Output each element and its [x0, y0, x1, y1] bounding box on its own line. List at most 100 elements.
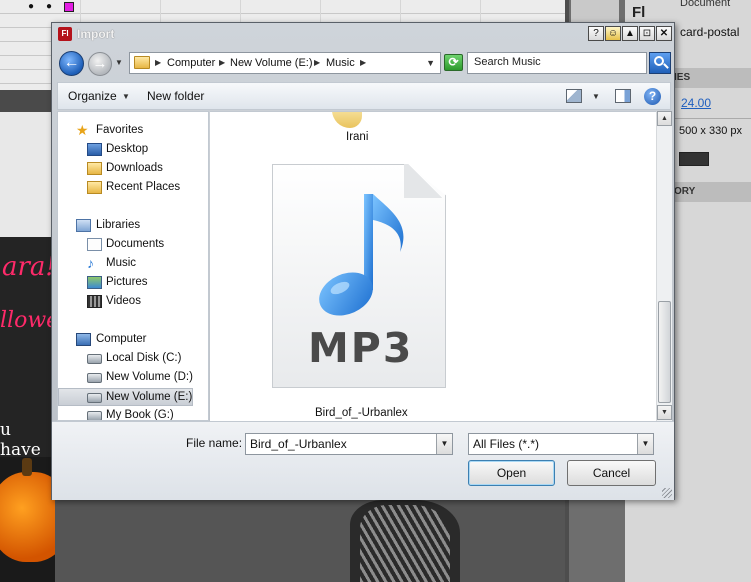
- help-icon[interactable]: ?: [644, 88, 661, 105]
- star-icon: ★: [76, 122, 89, 138]
- resize-grip[interactable]: [662, 488, 672, 498]
- scroll-up-arrow[interactable]: ▲: [657, 111, 672, 126]
- nav-item-label: My Book (G:): [106, 409, 174, 421]
- nav-item-downloads[interactable]: Downloads: [58, 160, 193, 178]
- file-name-irani[interactable]: Irani: [346, 131, 368, 143]
- history-section-header[interactable]: ORY: [672, 182, 751, 202]
- dialog-title: Import: [77, 27, 115, 41]
- lock-dot[interactable]: ●: [46, 1, 52, 12]
- refresh-icon: ⟳: [448, 55, 459, 69]
- file-name-label: File name:: [186, 436, 243, 450]
- fps-value[interactable]: 24.00: [681, 96, 711, 110]
- file-name-input[interactable]: Bird_of_-Urbanlex ▼: [245, 433, 453, 455]
- nav-header-label: Libraries: [96, 219, 141, 231]
- card-text: llowee: [0, 308, 55, 333]
- hard-drive-icon: [87, 373, 102, 383]
- forward-button[interactable]: →: [88, 52, 112, 76]
- nav-item-label: Local Disk (C:): [106, 352, 182, 364]
- breadcrumb[interactable]: ▶ Computer ▶ New Volume (E:) ▶ Music ▶ ▼: [129, 52, 441, 74]
- maximize-button[interactable]: ⊡: [639, 26, 655, 41]
- nav-header-computer[interactable]: Computer: [58, 331, 193, 349]
- chevron-down-icon[interactable]: ▼: [436, 434, 452, 454]
- title-bar[interactable]: Fl Import ? ☺ ▲ ⊡ ✕: [52, 23, 674, 45]
- nav-item-label: New Volume (E:): [106, 391, 193, 403]
- chevron-down-icon[interactable]: ▼: [426, 58, 435, 68]
- file-name-value: Bird_of_-Urbanlex: [250, 437, 347, 451]
- recent-pages-dropdown[interactable]: ▼: [115, 58, 123, 67]
- minimize-button[interactable]: ▲: [622, 26, 638, 41]
- card-text: u have: [0, 420, 41, 460]
- chevron-right-icon[interactable]: ▶: [155, 58, 161, 67]
- scroll-thumb[interactable]: [658, 301, 671, 403]
- breadcrumb-computer[interactable]: Computer: [167, 57, 215, 69]
- card-text: ara!: [2, 252, 55, 282]
- film-icon: [87, 295, 102, 308]
- nav-header-libraries[interactable]: Libraries: [58, 217, 193, 235]
- nav-item-videos[interactable]: Videos: [58, 293, 193, 311]
- close-button[interactable]: ✕: [656, 26, 672, 41]
- card-artwork: ara! llowee u have: [0, 112, 55, 582]
- document-label: Document: [680, 0, 731, 9]
- file-type-value: All Files (*.*): [473, 437, 540, 451]
- back-button[interactable]: ←: [59, 51, 84, 76]
- organize-button[interactable]: Organize: [68, 89, 117, 103]
- scroll-down-arrow[interactable]: ▼: [657, 405, 672, 420]
- hard-drive-icon: [87, 411, 102, 420]
- chevron-right-icon[interactable]: ▶: [360, 58, 366, 67]
- file-type-select[interactable]: All Files (*.*) ▼: [468, 433, 654, 455]
- nav-item-new-volume-d[interactable]: New Volume (D:): [58, 369, 193, 387]
- nav-item-label: Videos: [106, 295, 141, 307]
- nav-item-pictures[interactable]: Pictures: [58, 274, 193, 292]
- documents-icon: [87, 238, 102, 251]
- nav-item-label: New Volume (D:): [106, 371, 193, 383]
- breadcrumb-music[interactable]: Music: [326, 57, 355, 69]
- view-options-dropdown[interactable]: ▼: [592, 92, 600, 101]
- chevron-down-icon[interactable]: ▼: [122, 92, 130, 101]
- nav-item-desktop[interactable]: Desktop: [58, 141, 193, 159]
- computer-icon: [76, 333, 91, 346]
- properties-section-header[interactable]: IES: [672, 68, 751, 88]
- file-list-scrollbar[interactable]: ▲ ▼: [656, 111, 672, 421]
- help-title-button[interactable]: ?: [588, 26, 604, 41]
- layer-color-swatch[interactable]: [64, 2, 74, 12]
- music-note-icon: [319, 194, 404, 316]
- refresh-button[interactable]: ⟳: [444, 54, 463, 71]
- smiley-title-button[interactable]: ☺: [605, 26, 621, 41]
- search-input[interactable]: Search Music: [467, 52, 647, 74]
- nav-item-my-book-g[interactable]: My Book (G:): [58, 407, 193, 421]
- downloads-icon: [87, 162, 102, 175]
- search-button[interactable]: [649, 52, 671, 74]
- preview-pane-icon[interactable]: [615, 89, 631, 103]
- navigation-pane: ★ Favorites Desktop Downloads Recent Pla…: [57, 111, 209, 421]
- flash-app-icon: Fl: [58, 27, 72, 41]
- document-name: card-postal: [680, 25, 740, 39]
- search-icon-handle: [663, 63, 669, 69]
- nav-item-music[interactable]: ♪ Music: [58, 255, 193, 273]
- nav-item-recent-places[interactable]: Recent Places: [58, 179, 193, 197]
- folder-icon[interactable]: [332, 112, 362, 128]
- nav-item-local-disk-c[interactable]: Local Disk (C:): [58, 350, 193, 368]
- file-item-bird-of-urbanlex[interactable]: MP3: [272, 164, 446, 388]
- stage-color-swatch[interactable]: [679, 152, 709, 166]
- panel-separator: [672, 118, 751, 119]
- nav-item-documents[interactable]: Documents: [58, 236, 193, 254]
- nav-item-label: Recent Places: [106, 181, 181, 193]
- hard-drive-icon: [87, 393, 102, 403]
- breadcrumb-new-volume-e[interactable]: New Volume (E:): [230, 57, 313, 69]
- nav-header-label: Favorites: [96, 124, 144, 136]
- file-name-bird-of-urbanlex[interactable]: Bird_of_-Urbanlex: [315, 407, 408, 419]
- change-view-icon[interactable]: [566, 89, 582, 103]
- chevron-right-icon[interactable]: ▶: [314, 58, 320, 67]
- chevron-down-icon[interactable]: ▼: [637, 434, 653, 454]
- nav-header-favorites[interactable]: ★ Favorites: [58, 122, 193, 140]
- hard-drive-icon: [87, 354, 102, 364]
- flash-document-icon: Fl: [632, 4, 646, 21]
- new-folder-button[interactable]: New folder: [147, 89, 204, 103]
- cancel-button[interactable]: Cancel: [567, 460, 656, 486]
- address-bar: ← → ▼ ▶ Computer ▶ New Volume (E:) ▶ Mus…: [57, 49, 671, 77]
- chevron-right-icon[interactable]: ▶: [219, 58, 225, 67]
- pictures-icon: [87, 276, 102, 289]
- open-button[interactable]: Open: [468, 460, 555, 486]
- nav-item-new-volume-e[interactable]: New Volume (E:): [58, 388, 193, 406]
- visibility-dot[interactable]: ●: [28, 1, 34, 12]
